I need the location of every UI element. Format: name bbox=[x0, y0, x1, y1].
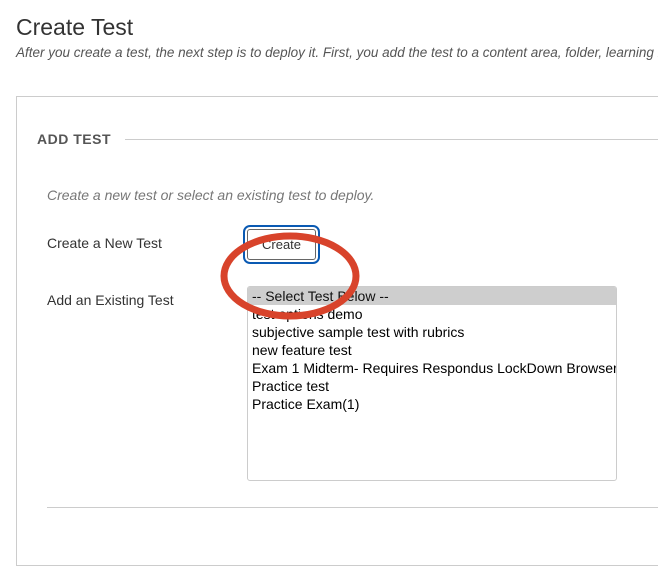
existing-test-select[interactable]: -- Select Test Below --test options demo… bbox=[247, 286, 617, 481]
list-item[interactable]: Exam 1 Midterm- Requires Respondus LockD… bbox=[248, 359, 616, 377]
section-header: ADD TEST bbox=[37, 131, 658, 147]
section-hint: Create a new test or select an existing … bbox=[47, 187, 658, 203]
list-item[interactable]: Practice test bbox=[248, 377, 616, 395]
existing-row: Add an Existing Test -- Select Test Belo… bbox=[47, 286, 658, 481]
page-description: After you create a test, the next step i… bbox=[16, 45, 642, 60]
create-row: Create a New Test Create bbox=[47, 229, 658, 260]
list-item[interactable]: -- Select Test Below -- bbox=[248, 287, 616, 305]
section-rule bbox=[125, 139, 658, 140]
section-title: ADD TEST bbox=[37, 131, 111, 147]
bottom-rule bbox=[47, 507, 658, 508]
list-item[interactable]: subjective sample test with rubrics bbox=[248, 323, 616, 341]
content-panel: ADD TEST Create a new test or select an … bbox=[16, 96, 658, 566]
page-header: Create Test After you create a test, the… bbox=[0, 0, 658, 66]
list-item[interactable]: new feature test bbox=[248, 341, 616, 359]
create-new-label: Create a New Test bbox=[47, 229, 247, 251]
list-item[interactable]: test options demo bbox=[248, 305, 616, 323]
existing-label: Add an Existing Test bbox=[47, 286, 247, 308]
create-button[interactable]: Create bbox=[247, 229, 316, 260]
page-title: Create Test bbox=[16, 14, 642, 41]
list-item[interactable]: Practice Exam(1) bbox=[248, 395, 616, 413]
